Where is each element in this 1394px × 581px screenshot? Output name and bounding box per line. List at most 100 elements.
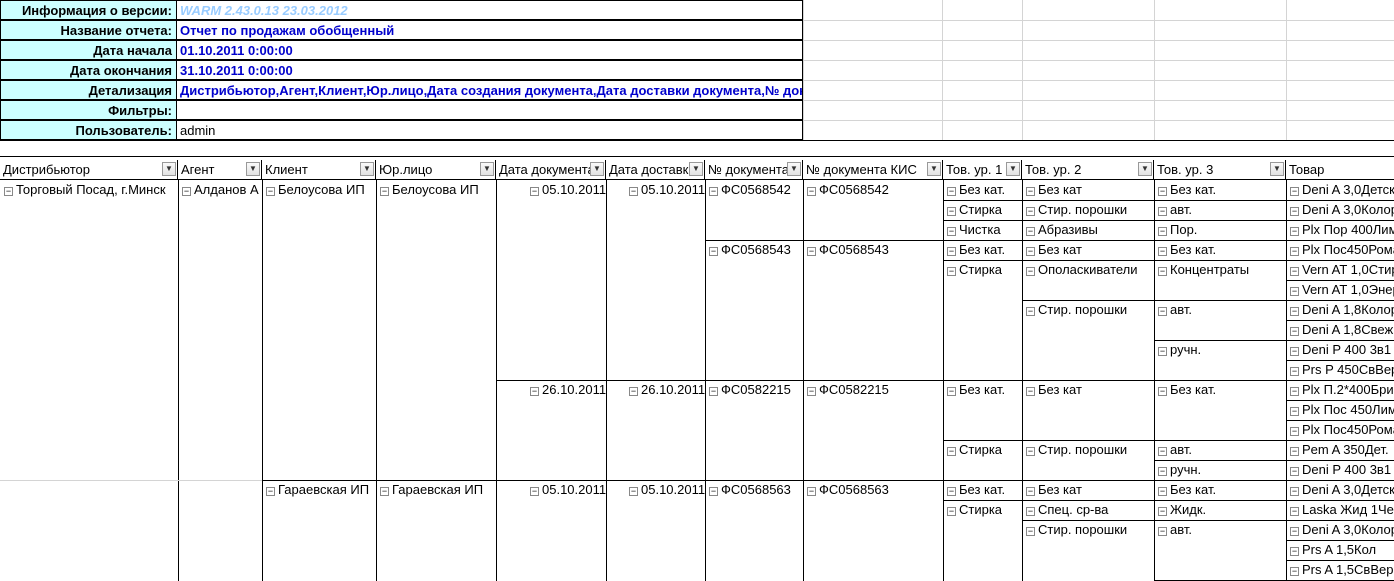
collapse-icon[interactable]: − — [1026, 187, 1035, 196]
filter-dropdown-icon[interactable]: ▼ — [1138, 162, 1152, 176]
collapse-icon[interactable]: − — [807, 247, 816, 256]
collapse-icon[interactable]: − — [1290, 287, 1299, 296]
category-2-cell[interactable]: − Без кат — [1024, 380, 1154, 400]
collapse-icon[interactable]: − — [1290, 267, 1299, 276]
category-3-cell[interactable]: − Без кат. — [1156, 380, 1286, 400]
product-cell[interactable]: − Pem A 350Дет. — [1288, 440, 1394, 460]
collapse-icon[interactable]: − — [1026, 267, 1035, 276]
collapse-icon[interactable]: − — [1290, 227, 1299, 236]
product-cell[interactable]: −Laska Жид 1Черн — [1288, 500, 1394, 520]
collapse-icon[interactable]: − — [1290, 567, 1299, 576]
collapse-icon[interactable]: − — [1290, 207, 1299, 216]
category-2-cell[interactable]: − Стир. порошки — [1024, 440, 1154, 460]
category-3-cell[interactable]: − Жидк. — [1156, 500, 1286, 520]
column-header-agent[interactable]: Агент ▼ — [178, 160, 262, 180]
collapse-icon[interactable]: − — [1290, 307, 1299, 316]
product-cell[interactable]: − Plx Пос 450Лим — [1288, 400, 1394, 420]
category-3-cell[interactable]: − Без кат. — [1156, 240, 1286, 260]
doc-number-cell[interactable]: − ФС0568542 — [707, 180, 803, 200]
collapse-icon[interactable]: − — [1290, 427, 1299, 436]
doc-number-cell[interactable]: − ФС0568563 — [707, 480, 803, 500]
filters-value[interactable] — [176, 100, 803, 120]
collapse-icon[interactable]: − — [530, 387, 539, 396]
filter-dropdown-icon[interactable]: ▼ — [162, 162, 176, 176]
collapse-icon[interactable]: − — [709, 387, 718, 396]
collapse-icon[interactable]: − — [1026, 527, 1035, 536]
collapse-icon[interactable]: − — [1290, 187, 1299, 196]
collapse-icon[interactable]: − — [629, 487, 638, 496]
column-header-kis-number[interactable]: № документа КИС ▼ — [803, 160, 943, 180]
category-1-cell[interactable]: − Без кат. — [945, 180, 1022, 200]
category-1-cell[interactable]: − Стирка — [945, 440, 1022, 460]
collapse-icon[interactable]: − — [4, 187, 13, 196]
category-3-cell[interactable]: − ручн. — [1156, 340, 1286, 360]
collapse-icon[interactable]: − — [947, 387, 956, 396]
collapse-icon[interactable]: − — [380, 487, 389, 496]
collapse-icon[interactable]: − — [1290, 347, 1299, 356]
collapse-icon[interactable]: − — [807, 187, 816, 196]
collapse-icon[interactable]: − — [709, 187, 718, 196]
collapse-icon[interactable]: − — [1026, 507, 1035, 516]
category-3-cell[interactable]: − Без кат. — [1156, 480, 1286, 500]
filter-dropdown-icon[interactable]: ▼ — [927, 162, 941, 176]
filter-dropdown-icon[interactable]: ▼ — [787, 162, 801, 176]
collapse-icon[interactable]: − — [709, 487, 718, 496]
product-cell[interactable]: − Deni A 3,0Детск — [1288, 180, 1394, 200]
category-1-cell[interactable]: − Чистка — [945, 220, 1022, 240]
collapse-icon[interactable]: − — [947, 227, 956, 236]
category-3-cell[interactable]: − авт. — [1156, 520, 1286, 540]
collapse-icon[interactable]: − — [629, 387, 638, 396]
filter-dropdown-icon[interactable]: ▼ — [246, 162, 260, 176]
collapse-icon[interactable]: − — [1158, 247, 1167, 256]
collapse-icon[interactable]: − — [1026, 387, 1035, 396]
filter-dropdown-icon[interactable]: ▼ — [1006, 162, 1020, 176]
agent-cell[interactable]: − Алданов А — [180, 180, 262, 200]
category-3-cell[interactable]: − авт. — [1156, 200, 1286, 220]
product-cell[interactable]: − Prs A 1,5Кол — [1288, 540, 1394, 560]
collapse-icon[interactable]: − — [947, 207, 956, 216]
collapse-icon[interactable]: − — [530, 187, 539, 196]
kis-number-cell[interactable]: − ФС0568563 — [805, 480, 943, 500]
collapse-icon[interactable]: − — [266, 487, 275, 496]
product-cell[interactable]: −Vern AT 1,0Энерг — [1288, 280, 1394, 300]
product-cell[interactable]: −Plx Пос450Ромаш — [1288, 240, 1394, 260]
end-date-value[interactable]: 31.10.2011 0:00:00 — [176, 60, 803, 80]
collapse-icon[interactable]: − — [1026, 487, 1035, 496]
collapse-icon[interactable]: − — [1290, 507, 1299, 516]
category-1-cell[interactable]: − Стирка — [945, 260, 1022, 280]
collapse-icon[interactable]: − — [1158, 227, 1167, 236]
collapse-icon[interactable]: − — [1158, 487, 1167, 496]
column-header-doc-date[interactable]: Дата документа ▼ — [496, 160, 606, 180]
column-header-doc-number[interactable]: № документа ▼ — [705, 160, 803, 180]
collapse-icon[interactable]: − — [1290, 487, 1299, 496]
product-cell[interactable]: − Deni A 1,8Свеж — [1288, 320, 1394, 340]
collapse-icon[interactable]: − — [1026, 247, 1035, 256]
category-1-cell[interactable]: − Без кат. — [945, 380, 1022, 400]
collapse-icon[interactable]: − — [530, 487, 539, 496]
delivery-date-cell[interactable]: −05.10.2011 — [627, 480, 705, 500]
collapse-icon[interactable]: − — [1026, 207, 1035, 216]
doc-date-cell[interactable]: −26.10.2011 — [528, 380, 606, 400]
column-header-delivery-date[interactable]: Дата доставки ▼ — [606, 160, 705, 180]
product-cell[interactable]: − Deni P 400 3в1 — [1288, 340, 1394, 360]
legal-entity-cell[interactable]: − Гараевская ИП — [378, 480, 496, 500]
version-value[interactable]: WARM 2.43.0.13 23.03.2012 — [176, 0, 803, 20]
category-3-cell[interactable]: − Пор. — [1156, 220, 1286, 240]
category-3-cell[interactable]: − авт. — [1156, 440, 1286, 460]
collapse-icon[interactable]: − — [1158, 387, 1167, 396]
collapse-icon[interactable]: − — [1158, 187, 1167, 196]
collapse-icon[interactable]: − — [1158, 447, 1167, 456]
collapse-icon[interactable]: − — [1158, 207, 1167, 216]
product-cell[interactable]: −Plx Пос450Ромаш — [1288, 420, 1394, 440]
product-cell[interactable]: − Plx П.2*400Бриз — [1288, 380, 1394, 400]
column-header-category-2[interactable]: Тов. ур. 2 ▼ — [1022, 160, 1154, 180]
product-cell[interactable]: − Prs A 1,5СвВерб — [1288, 560, 1394, 580]
category-1-cell[interactable]: − Стирка — [945, 500, 1022, 520]
collapse-icon[interactable]: − — [947, 267, 956, 276]
collapse-icon[interactable]: − — [1158, 507, 1167, 516]
filter-dropdown-icon[interactable]: ▼ — [590, 162, 604, 176]
category-2-cell[interactable]: − Без кат — [1024, 480, 1154, 500]
collapse-icon[interactable]: − — [1026, 307, 1035, 316]
kis-number-cell[interactable]: − ФС0568542 — [805, 180, 943, 200]
collapse-icon[interactable]: − — [1158, 467, 1167, 476]
